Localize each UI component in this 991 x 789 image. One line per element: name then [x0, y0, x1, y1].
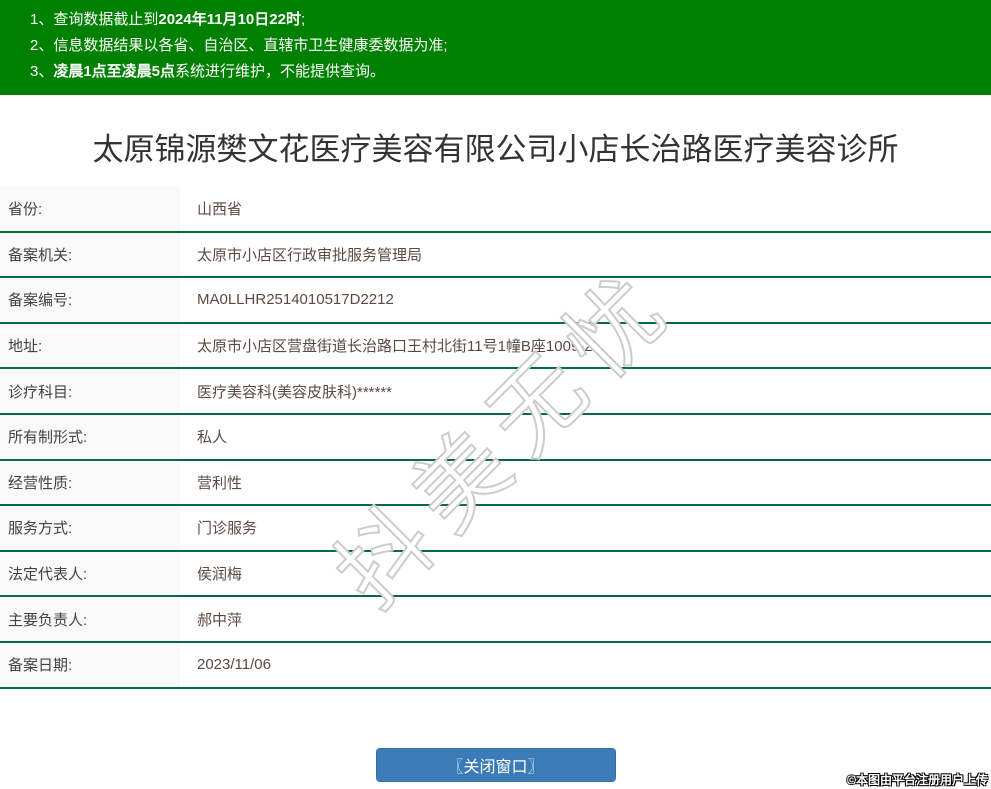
notice-number: 3、 — [30, 63, 53, 80]
row-label: 所有制形式: — [0, 415, 180, 459]
copyright-note: ©本图由平台注册用户上传 — [847, 771, 988, 788]
row-label: 经营性质: — [0, 461, 180, 505]
table-row-departments: 诊疗科目: 医疗美容科(美容皮肤科)****** — [0, 369, 991, 415]
row-value: 山西省 — [180, 198, 242, 219]
row-value: 2023/11/06 — [180, 656, 271, 673]
row-value: 私人 — [180, 426, 227, 447]
row-label: 诊疗科目: — [0, 369, 180, 413]
row-label: 法定代表人: — [0, 552, 180, 596]
notice-line: 1、查询数据截止到2024年11月10日22时; — [30, 7, 971, 33]
institution-info-table: 省份: 山西省 备案机关: 太原市小店区行政审批服务管理局 备案编号: MA0L… — [0, 187, 991, 689]
row-value: 侯润梅 — [180, 563, 242, 584]
table-row-filing-number: 备案编号: MA0LLHR2514010517D2212 — [0, 278, 991, 324]
notice-number: 1、 — [30, 11, 53, 28]
row-label: 服务方式: — [0, 506, 180, 550]
row-label: 备案日期: — [0, 643, 180, 687]
close-window-button[interactable]: 〖关闭窗口〗 — [376, 748, 616, 782]
row-value: 太原市小店区行政审批服务管理局 — [180, 244, 422, 265]
row-label: 备案编号: — [0, 278, 180, 322]
button-area: 〖关闭窗口〗 — [0, 748, 991, 782]
row-value: 营利性 — [180, 472, 242, 493]
page-title: 太原锦源樊文花医疗美容有限公司小店长治路医疗美容诊所 — [0, 124, 991, 166]
table-row-service-mode: 服务方式: 门诊服务 — [0, 506, 991, 552]
row-label: 地址: — [0, 324, 180, 368]
row-label: 省份: — [0, 187, 180, 231]
table-row-ownership: 所有制形式: 私人 — [0, 415, 991, 461]
table-row-principal: 主要负责人: 郝中萍 — [0, 597, 991, 643]
row-label: 备案机关: — [0, 233, 180, 277]
table-row-filing-authority: 备案机关: 太原市小店区行政审批服务管理局 — [0, 233, 991, 279]
notice-line: 3、凌晨1点至凌晨5点系统进行维护，不能提供查询。 — [30, 59, 971, 85]
table-row-filing-date: 备案日期: 2023/11/06 — [0, 643, 991, 689]
row-value: 门诊服务 — [180, 517, 257, 538]
table-row-address: 地址: 太原市小店区营盘街道长治路口王村北街11号1幢B座1009-2 — [0, 324, 991, 370]
table-row-business-nature: 经营性质: 营利性 — [0, 461, 991, 507]
row-value: MA0LLHR2514010517D2212 — [180, 291, 394, 308]
table-row-legal-representative: 法定代表人: 侯润梅 — [0, 552, 991, 598]
row-value: 医疗美容科(美容皮肤科)****** — [180, 381, 392, 402]
row-value: 太原市小店区营盘街道长治路口王村北街11号1幢B座1009-2 — [180, 335, 593, 356]
notice-line: 2、信息数据结果以各省、自治区、直辖市卫生健康委数据为准; — [30, 33, 971, 59]
table-row-province: 省份: 山西省 — [0, 187, 991, 233]
notice-number: 2、 — [30, 37, 53, 54]
row-value: 郝中萍 — [180, 609, 242, 630]
notice-banner: 1、查询数据截止到2024年11月10日22时; 2、信息数据结果以各省、自治区… — [0, 0, 991, 95]
row-label: 主要负责人: — [0, 597, 180, 641]
